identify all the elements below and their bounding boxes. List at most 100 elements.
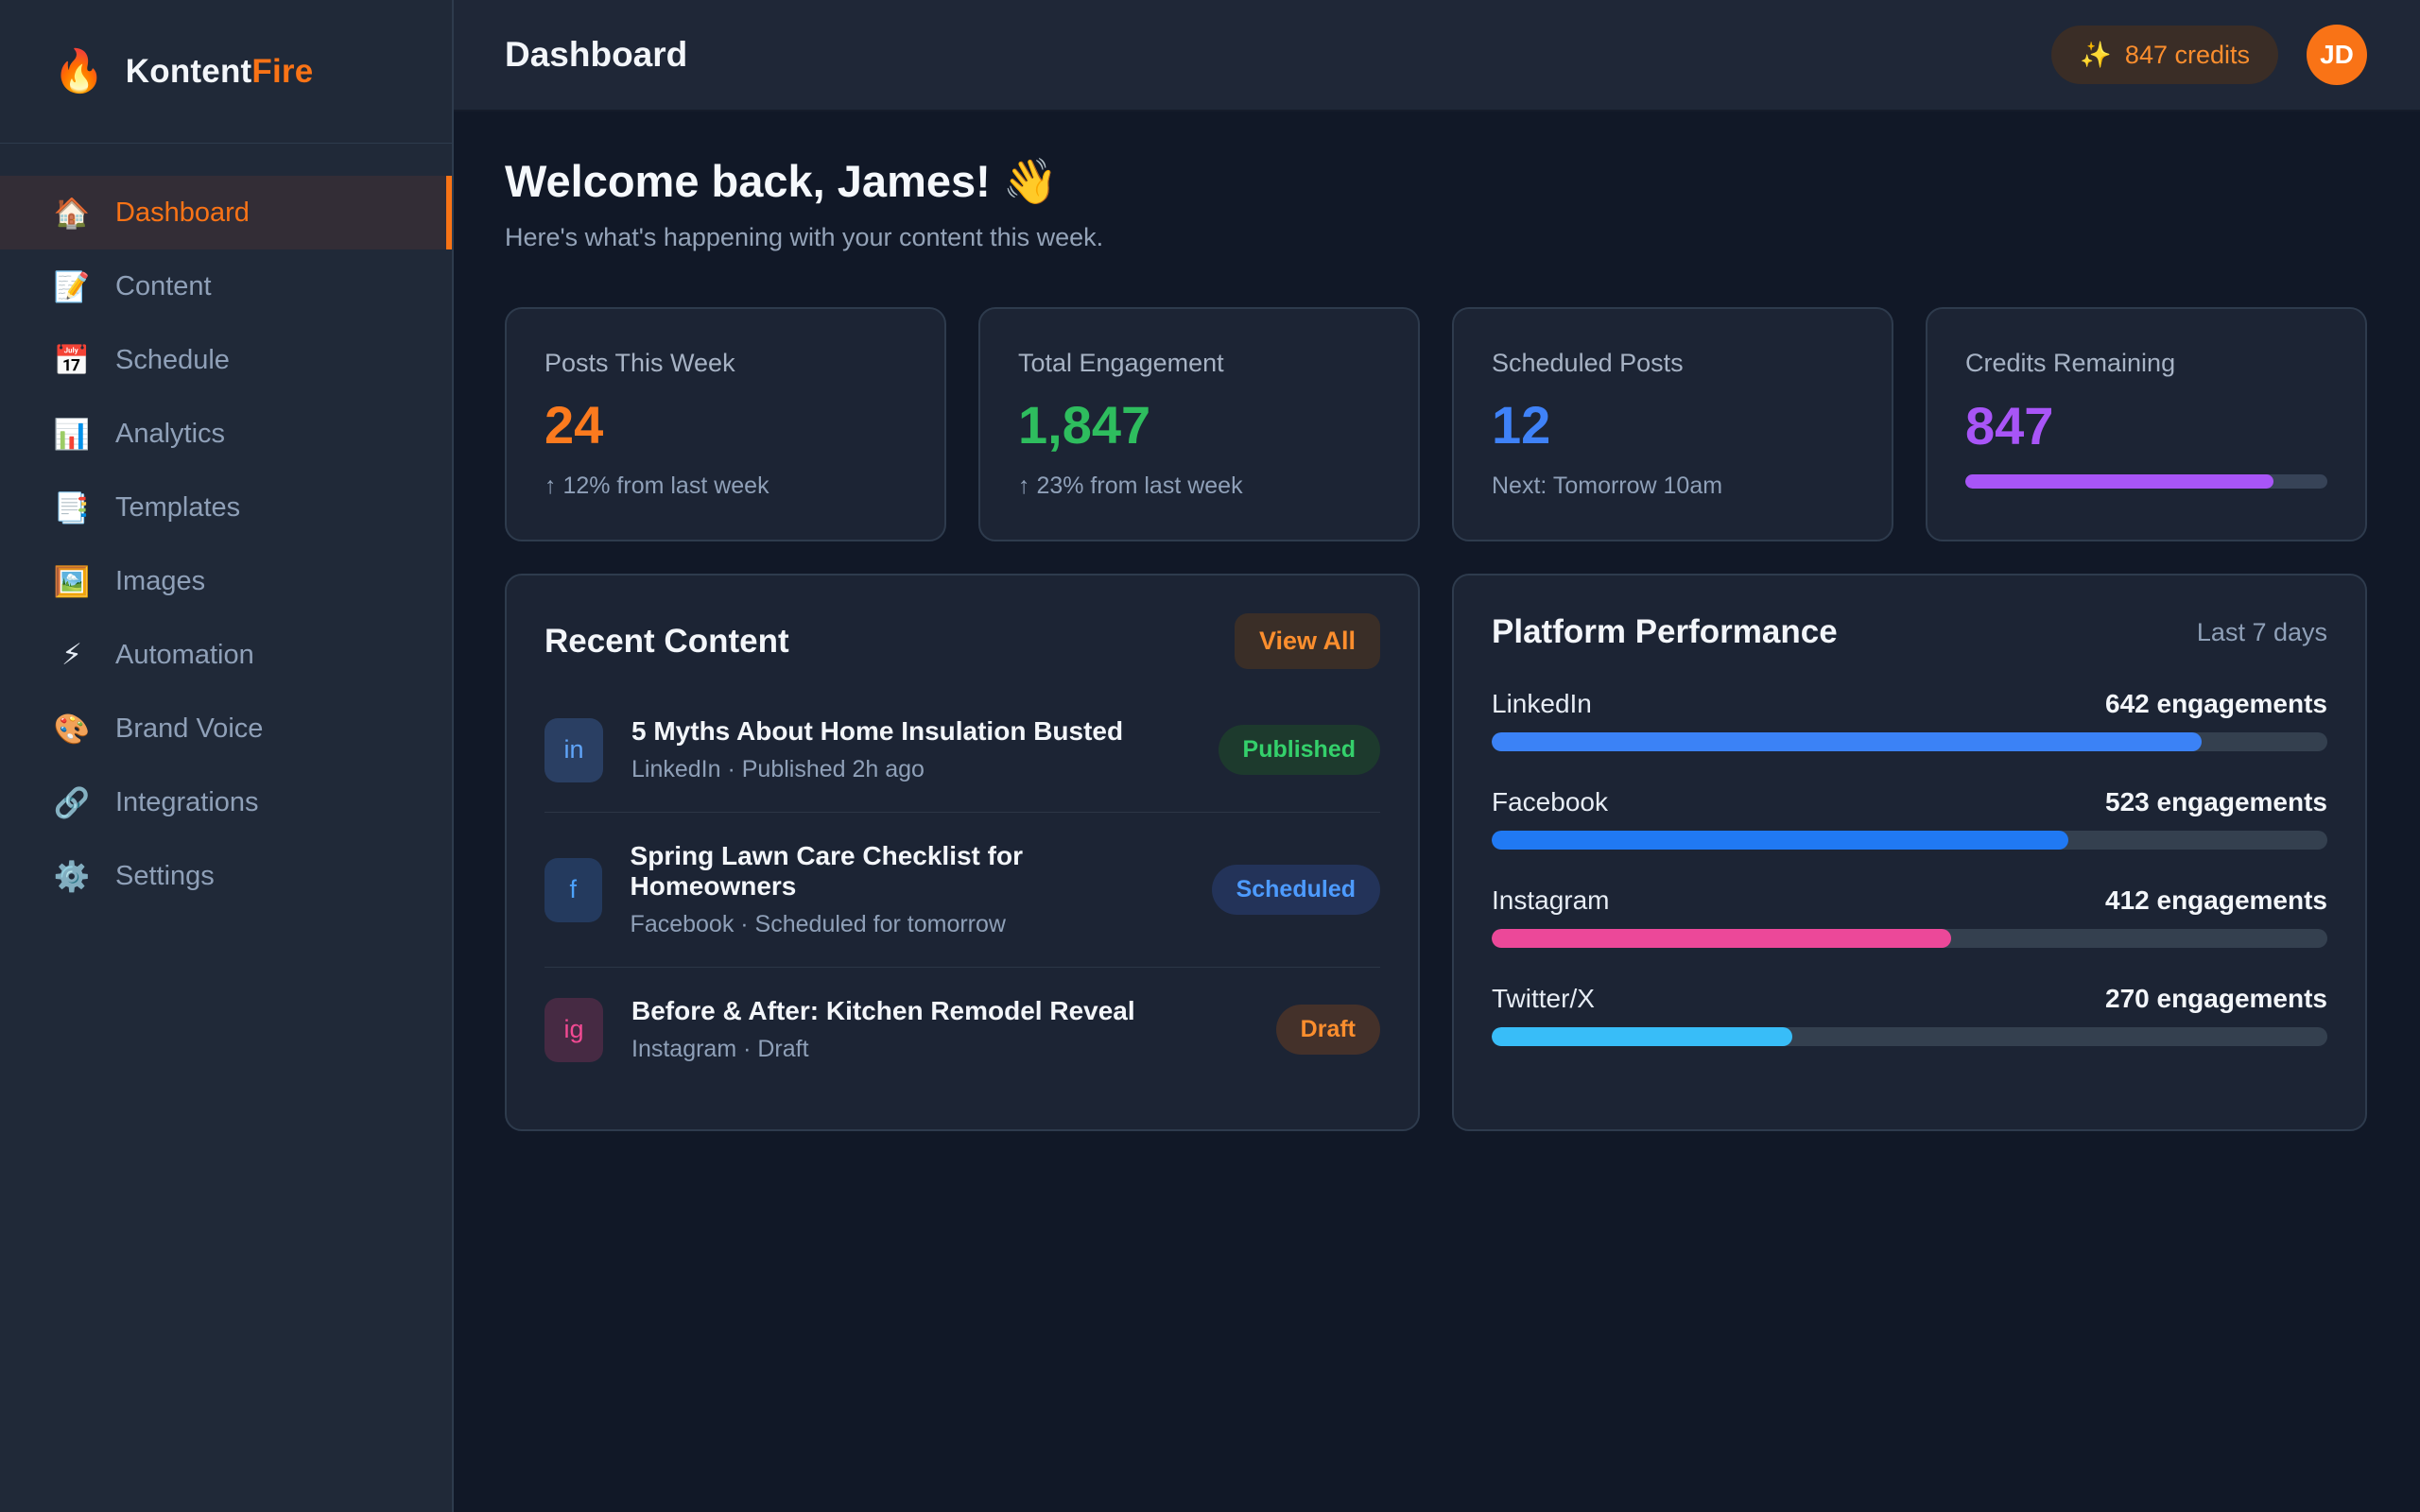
stat-label: Scheduled Posts bbox=[1492, 349, 1854, 378]
sidebar: 🔥 KontentFire 🏠 Dashboard 📝 Content 📅 Sc… bbox=[0, 0, 454, 1512]
recent-content-list: in 5 Myths About Home Insulation Busted … bbox=[544, 688, 1380, 1091]
sidebar-item-integrations[interactable]: 🔗 Integrations bbox=[0, 765, 452, 839]
engagement-value: 642 engagements bbox=[2105, 689, 2327, 719]
stat-value: 847 bbox=[1965, 400, 2327, 453]
stat-label: Total Engagement bbox=[1018, 349, 1380, 378]
sidebar-item-dashboard[interactable]: 🏠 Dashboard bbox=[0, 176, 452, 249]
linkedin-icon: in bbox=[544, 718, 603, 782]
sidebar-item-label: Analytics bbox=[115, 419, 225, 450]
performance-row-linkedin: LinkedIn 642 engagements bbox=[1492, 689, 2327, 751]
content-title: Spring Lawn Care Checklist for Homeowner… bbox=[631, 841, 1184, 902]
performance-bar-fill bbox=[1492, 1027, 1792, 1046]
stats-row: Posts This Week 24 ↑ 12% from last week … bbox=[505, 307, 2367, 541]
credits-badge[interactable]: ✨ 847 credits bbox=[2051, 26, 2278, 84]
stat-label: Posts This Week bbox=[544, 349, 907, 378]
sidebar-item-label: Templates bbox=[115, 492, 240, 524]
sidebar-item-label: Automation bbox=[115, 640, 254, 671]
engagement-value: 270 engagements bbox=[2105, 984, 2327, 1014]
facebook-icon: f bbox=[544, 858, 602, 922]
wave-icon: 👋 bbox=[1003, 156, 1059, 206]
platform-label: LinkedIn bbox=[1492, 689, 1592, 719]
credits-progress-fill bbox=[1965, 474, 2273, 489]
performance-line: Twitter/X 270 engagements bbox=[1492, 984, 2327, 1014]
recent-content-panel: Recent Content View All in 5 Myths About… bbox=[505, 574, 1420, 1131]
content-row-texts: Spring Lawn Care Checklist for Homeowner… bbox=[631, 841, 1184, 938]
content-row-texts: Before & After: Kitchen Remodel Reveal I… bbox=[631, 996, 1135, 1063]
page-title: Dashboard bbox=[505, 35, 687, 75]
stat-value: 12 bbox=[1492, 399, 1854, 452]
stat-value: 24 bbox=[544, 399, 907, 452]
sidebar-item-brand-voice[interactable]: 🎨 Brand Voice bbox=[0, 692, 452, 765]
content-row-texts: 5 Myths About Home Insulation Busted Lin… bbox=[631, 716, 1123, 783]
content-meta: Instagram · Draft bbox=[631, 1036, 1135, 1063]
status-badge-published: Published bbox=[1219, 725, 1380, 775]
sidebar-item-label: Schedule bbox=[115, 345, 230, 376]
performance-bar-fill bbox=[1492, 732, 2202, 751]
stat-label: Credits Remaining bbox=[1965, 349, 2327, 378]
stat-card-scheduled-posts: Scheduled Posts 12 Next: Tomorrow 10am bbox=[1452, 307, 1893, 541]
performance-line: Facebook 523 engagements bbox=[1492, 787, 2327, 817]
platform-label: Instagram bbox=[1492, 885, 1610, 916]
bar-chart-icon: 📊 bbox=[53, 417, 91, 452]
sidebar-item-analytics[interactable]: 📊 Analytics bbox=[0, 397, 452, 471]
avatar[interactable]: JD bbox=[2307, 25, 2367, 85]
platform-performance-title: Platform Performance bbox=[1492, 613, 1838, 651]
sidebar-item-label: Integrations bbox=[115, 787, 259, 818]
bottom-row: Recent Content View All in 5 Myths About… bbox=[505, 574, 2367, 1131]
content-row-instagram[interactable]: ig Before & After: Kitchen Remodel Revea… bbox=[544, 968, 1380, 1091]
calendar-icon: 📅 bbox=[53, 343, 91, 378]
performance-row-instagram: Instagram 412 engagements bbox=[1492, 885, 2327, 948]
performance-row-twitter: Twitter/X 270 engagements bbox=[1492, 984, 2327, 1046]
performance-bar-track bbox=[1492, 732, 2327, 751]
performance-bar-fill bbox=[1492, 831, 2068, 850]
framed-picture-icon: 🖼️ bbox=[53, 564, 91, 599]
engagement-value: 523 engagements bbox=[2105, 787, 2327, 817]
performance-line: LinkedIn 642 engagements bbox=[1492, 689, 2327, 719]
sidebar-item-settings[interactable]: ⚙️ Settings bbox=[0, 839, 452, 913]
sidebar-item-automation[interactable]: ⚡ Automation bbox=[0, 618, 452, 692]
stat-card-posts-this-week: Posts This Week 24 ↑ 12% from last week bbox=[505, 307, 946, 541]
stat-note: Next: Tomorrow 10am bbox=[1492, 472, 1854, 500]
bookmark-tabs-icon: 📑 bbox=[53, 490, 91, 525]
sidebar-nav: 🏠 Dashboard 📝 Content 📅 Schedule 📊 Analy… bbox=[0, 144, 452, 913]
stat-value: 1,847 bbox=[1018, 399, 1380, 452]
stat-card-total-engagement: Total Engagement 1,847 ↑ 23% from last w… bbox=[978, 307, 1420, 541]
app-logo: 🔥 KontentFire bbox=[0, 0, 452, 144]
home-icon: 🏠 bbox=[53, 196, 91, 231]
content-title: 5 Myths About Home Insulation Busted bbox=[631, 716, 1123, 747]
platform-label: Twitter/X bbox=[1492, 984, 1595, 1014]
content-meta: Facebook · Scheduled for tomorrow bbox=[631, 911, 1184, 938]
sidebar-item-label: Settings bbox=[115, 861, 215, 892]
view-all-button[interactable]: View All bbox=[1235, 613, 1380, 669]
content-row-linkedin[interactable]: in 5 Myths About Home Insulation Busted … bbox=[544, 688, 1380, 813]
app-name-accent: Fire bbox=[251, 53, 313, 90]
sidebar-item-label: Images bbox=[115, 566, 205, 597]
sidebar-item-templates[interactable]: 📑 Templates bbox=[0, 471, 452, 544]
credits-label: 847 credits bbox=[2125, 41, 2250, 70]
performance-bar-track bbox=[1492, 929, 2327, 948]
recent-content-title: Recent Content bbox=[544, 623, 789, 661]
performance-bar-track bbox=[1492, 1027, 2327, 1046]
lightning-icon: ⚡ bbox=[53, 638, 91, 672]
sidebar-item-label: Content bbox=[115, 271, 212, 302]
platform-performance-header: Platform Performance Last 7 days bbox=[1492, 613, 2327, 651]
stat-note: ↑ 23% from last week bbox=[1018, 472, 1380, 500]
welcome-title: Welcome back, James! 👋 bbox=[505, 155, 2367, 208]
sidebar-item-schedule[interactable]: 📅 Schedule bbox=[0, 323, 452, 397]
platform-performance-panel: Platform Performance Last 7 days LinkedI… bbox=[1452, 574, 2367, 1131]
content-title: Before & After: Kitchen Remodel Reveal bbox=[631, 996, 1135, 1026]
platform-label: Facebook bbox=[1492, 787, 1608, 817]
flame-icon: 🔥 bbox=[53, 51, 105, 93]
sidebar-item-images[interactable]: 🖼️ Images bbox=[0, 544, 452, 618]
content-area: Welcome back, James! 👋 Here's what's hap… bbox=[454, 112, 2420, 1131]
main-area: Dashboard ✨ 847 credits JD Welcome back,… bbox=[454, 0, 2420, 1512]
sidebar-item-label: Dashboard bbox=[115, 198, 250, 229]
performance-period: Last 7 days bbox=[2197, 618, 2327, 647]
stat-note: ↑ 12% from last week bbox=[544, 472, 907, 500]
welcome-subtitle: Here's what's happening with your conten… bbox=[505, 223, 2367, 252]
sidebar-item-content[interactable]: 📝 Content bbox=[0, 249, 452, 323]
stat-card-credits-remaining: Credits Remaining 847 bbox=[1926, 307, 2367, 541]
content-row-facebook[interactable]: f Spring Lawn Care Checklist for Homeown… bbox=[544, 813, 1380, 968]
performance-bar-fill bbox=[1492, 929, 1951, 948]
link-icon: 🔗 bbox=[53, 785, 91, 820]
